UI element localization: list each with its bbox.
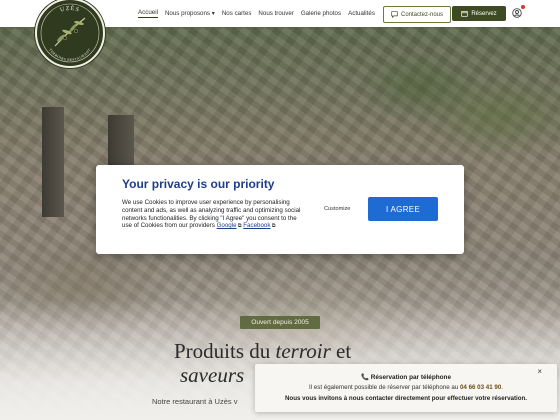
cookie-message: We use Cookies to improve user experienc… [122, 199, 302, 231]
nav-item-galerie-photos[interactable]: Galerie photos [301, 10, 341, 17]
calendar-icon [461, 11, 468, 17]
cookie-title: Your privacy is our priority [122, 177, 275, 191]
hero-subtitle: Notre restaurant à Uzès v [152, 397, 238, 406]
hero-title-part-a: Produits du [174, 339, 276, 363]
nav-item-actualites[interactable]: Actualités [348, 10, 375, 17]
logo-text-bottom: TERROIRS RESTAURANT [48, 47, 92, 62]
hero-tower-left [42, 107, 64, 217]
reserve-button[interactable]: Réservez [452, 6, 506, 21]
cookie-consent-dialog: Your privacy is our priority We use Cook… [96, 165, 464, 254]
notice-line-suffix: . [501, 384, 504, 391]
notification-dot [521, 5, 525, 9]
customize-button[interactable]: Customize [324, 206, 350, 212]
chat-icon [391, 11, 398, 18]
agree-button[interactable]: I AGREE [368, 197, 438, 221]
svg-text:TERROIRS RESTAURANT: TERROIRS RESTAURANT [48, 47, 92, 62]
logo-text-top: UZÈS [60, 4, 80, 14]
main-nav: Accueil Nous proposons ▾ Nos cartes Nous… [138, 0, 375, 27]
nav-item-accueil[interactable]: Accueil [138, 9, 158, 18]
nav-item-nous-trouver[interactable]: Nous trouver [258, 10, 293, 17]
nav-item-nos-cartes[interactable]: Nos cartes [222, 10, 252, 17]
notice-line-invite: Nous vous invitons à nous contacter dire… [284, 395, 528, 402]
olive-branch-logo: UZÈS TERROIRS RESTAURANT [40, 3, 100, 63]
close-icon[interactable]: × [537, 367, 542, 376]
restaurant-logo[interactable]: UZÈS TERROIRS RESTAURANT [35, 0, 105, 68]
contact-button[interactable]: Contactez-nous [383, 6, 451, 23]
hero-title-part-c: et [330, 339, 352, 363]
reserve-button-label: Réservez [471, 10, 497, 17]
notice-line-prefix: Il est également possible de réserver pa… [308, 384, 460, 391]
hero-title-line1: Produits du terroir et [174, 339, 351, 364]
facebook-link[interactable]: Facebook [243, 222, 270, 229]
notice-line-phone: Il est également possible de réserver pa… [255, 384, 557, 391]
contact-button-label: Contactez-nous [400, 11, 444, 18]
hero-title-line2: saveurs [180, 363, 245, 387]
user-icon[interactable] [512, 8, 522, 18]
phone-number-link[interactable]: 04 66 03 41 90 [460, 384, 501, 391]
external-link-icon: ⧉ [236, 223, 242, 230]
svg-text:UZÈS: UZÈS [60, 4, 81, 14]
google-link[interactable]: Google [217, 222, 237, 229]
nav-item-nous-proposons[interactable]: Nous proposons ▾ [165, 10, 215, 17]
notice-heading: Réservation par téléphone [370, 374, 451, 381]
phone-reservation-notice: 📞 Réservation par téléphone Il est égale… [255, 364, 557, 412]
since-badge: Ouvert depuis 2005 [240, 316, 320, 329]
phone-icon: 📞 [360, 374, 369, 381]
notice-heading-row: 📞 Réservation par téléphone [255, 373, 557, 381]
external-link-icon: ⧉ [270, 223, 276, 230]
hero-title-emphasis: terroir [275, 339, 331, 363]
